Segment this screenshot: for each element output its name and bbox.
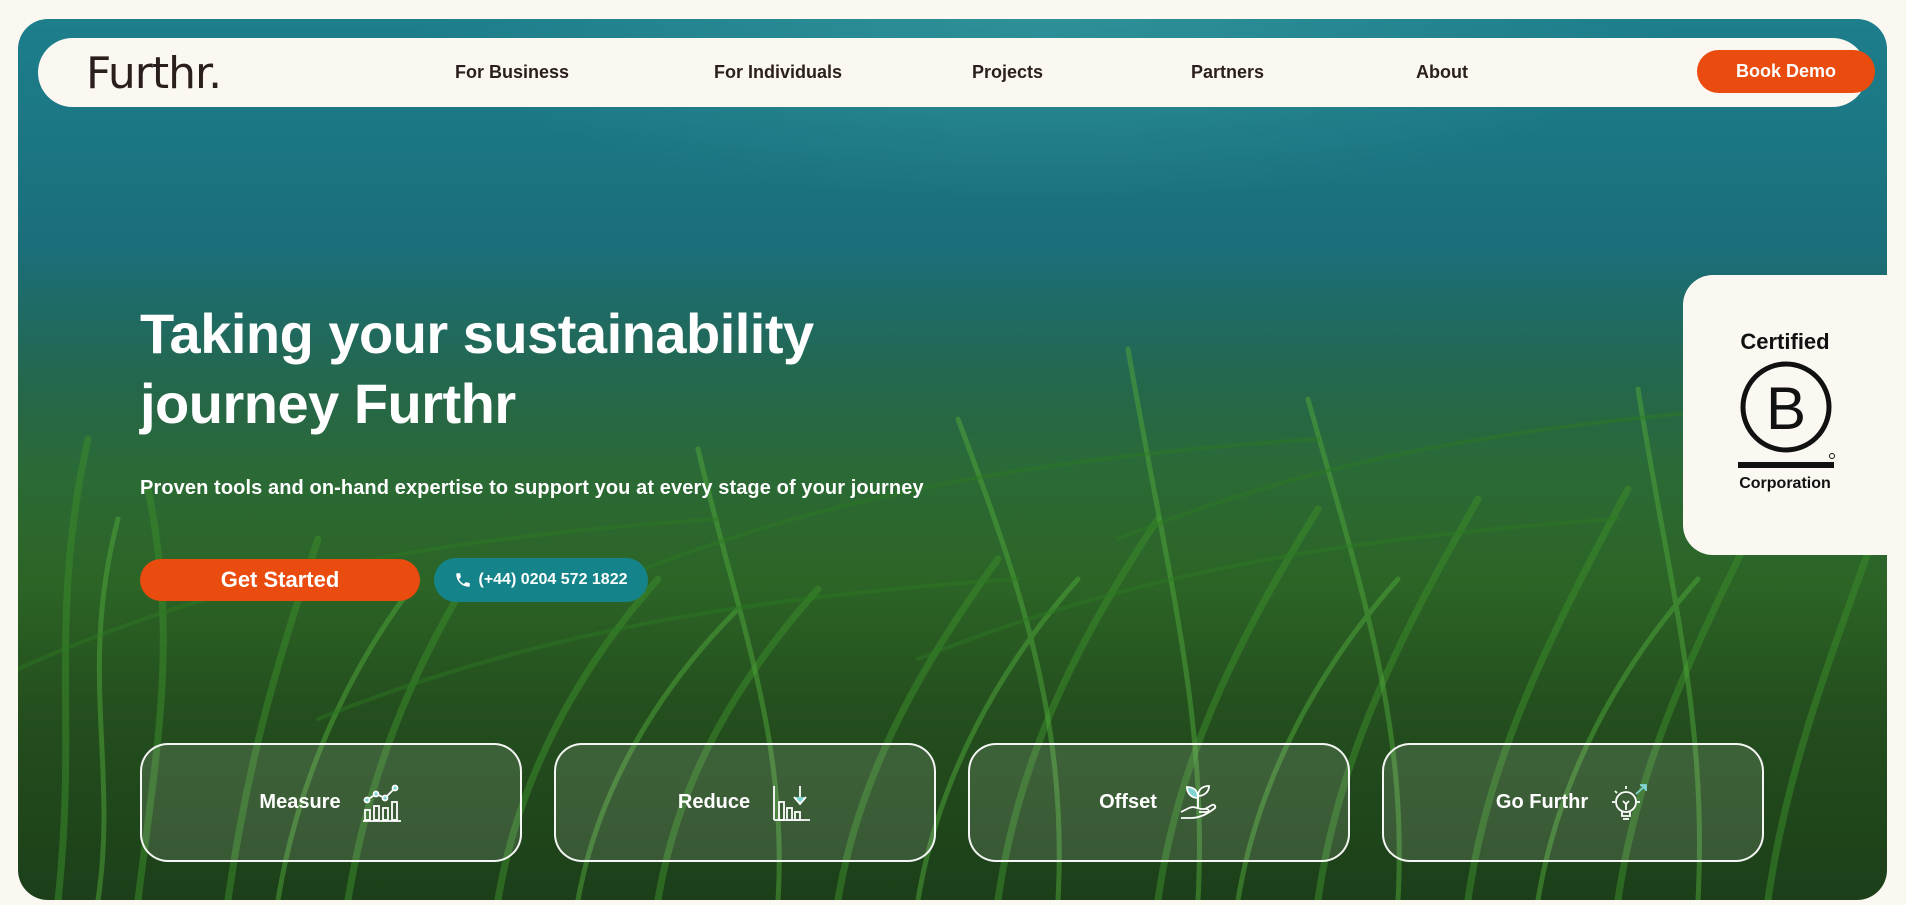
b-corp-corporation-label: Corporation — [1739, 475, 1831, 492]
furthr-logo[interactable]: Furthr. — [86, 48, 222, 99]
nav-item-about[interactable]: About — [1416, 62, 1468, 83]
chart-down-arrow-icon — [773, 785, 811, 821]
get-started-button[interactable]: Get Started — [140, 559, 420, 601]
nav-item-for-business[interactable]: For Business — [455, 62, 569, 83]
phone-button[interactable]: (+44) 0204 572 1822 — [434, 558, 648, 602]
card-reduce-label: Reduce — [677, 791, 751, 813]
b-corp-badge: Certified B Corporation — [1683, 275, 1887, 555]
card-go-furthr[interactable]: Go Furthr — [1382, 743, 1764, 862]
card-measure[interactable]: Measure — [140, 743, 522, 862]
hero-section: Furthr. For Business For Individuals Pro… — [18, 19, 1887, 900]
chart-network-icon — [362, 784, 401, 822]
nav-item-partners[interactable]: Partners — [1191, 62, 1264, 83]
nav-item-for-individuals[interactable]: For Individuals — [714, 62, 842, 83]
nav-item-projects[interactable]: Projects — [972, 62, 1043, 83]
hero-headline-line2: journey Furthr — [140, 372, 516, 435]
top-navigation: Furthr. For Business For Individuals Pro… — [38, 38, 1875, 107]
hero-subheadline: Proven tools and on-hand expertise to su… — [140, 477, 924, 499]
b-corp-logo-letter: B — [1766, 375, 1806, 442]
card-go-furthr-label: Go Furthr — [1495, 791, 1589, 813]
b-corp-logo-icon: B — [1738, 361, 1835, 468]
card-offset-label: Offset — [1099, 791, 1157, 813]
hero-headline: Taking your sustainability journey Furth… — [140, 299, 960, 439]
card-reduce[interactable]: Reduce — [554, 743, 936, 862]
b-corp-certified-label: Certified — [1740, 329, 1830, 354]
book-demo-button[interactable]: Book Demo — [1697, 50, 1875, 93]
hand-plant-icon — [1180, 784, 1217, 819]
card-measure-label: Measure — [259, 791, 341, 813]
phone-number: (+44) 0204 572 1822 — [478, 571, 628, 588]
lightbulb-arrow-icon — [1612, 783, 1648, 820]
card-offset[interactable]: Offset — [968, 743, 1350, 862]
phone-icon — [456, 573, 471, 587]
hero-headline-line1: Taking your sustainability — [140, 302, 814, 365]
